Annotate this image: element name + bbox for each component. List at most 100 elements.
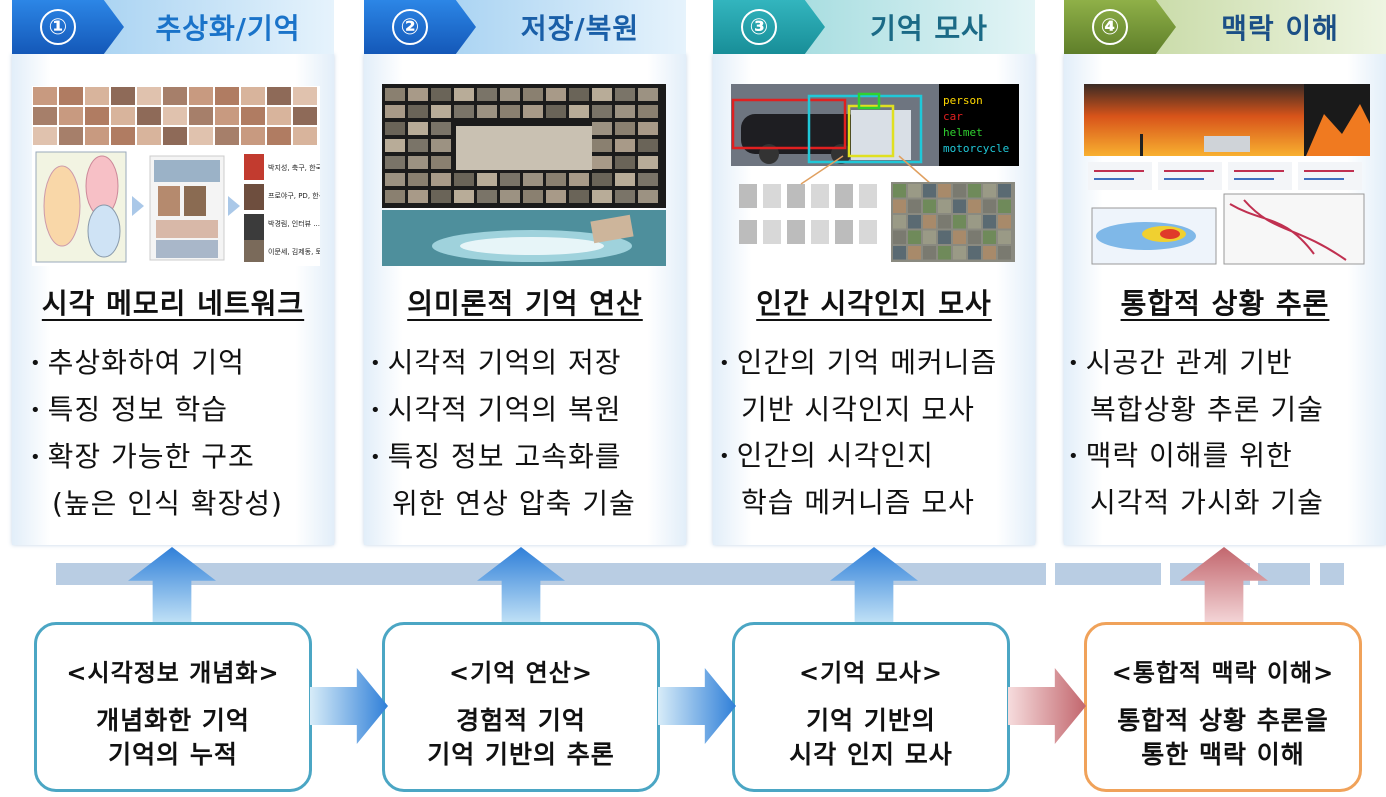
photo-grid-tile bbox=[983, 215, 996, 229]
stage-box-line: 통한 맥락 이해 bbox=[1141, 740, 1305, 769]
mosaic-tile bbox=[592, 156, 612, 169]
face-thumbnail bbox=[85, 107, 109, 125]
weather-chart bbox=[1228, 162, 1292, 190]
face-thumbnail bbox=[33, 107, 57, 125]
weather-chart-line bbox=[1234, 170, 1284, 172]
sketch-thumbnail bbox=[787, 184, 805, 208]
face-thumbnail bbox=[111, 107, 135, 125]
face-thumbnail bbox=[137, 87, 161, 105]
bullet-continuation: 시각적 가시화 기술 bbox=[1090, 486, 1324, 519]
mosaic-tile bbox=[592, 88, 612, 101]
column-1: ① 추상화/기억 박지성, 축구, 한국 ... 프로야구, PD, 한국 ..… bbox=[12, 0, 334, 545]
column-3: ③ 기억 모사 person car helmet motorcycle 인간 … bbox=[713, 0, 1035, 545]
face-thumbnail bbox=[59, 87, 83, 105]
weather-chart-line bbox=[1164, 178, 1204, 180]
mosaic-tile bbox=[546, 190, 566, 203]
label-person: person bbox=[943, 94, 983, 107]
thumb-label-1: 박지성, 축구, 한국 ... bbox=[268, 163, 320, 172]
face-thumbnail bbox=[163, 107, 187, 125]
mosaic-tile bbox=[408, 156, 428, 169]
mosaic-tile bbox=[408, 139, 428, 152]
face-thumbnail bbox=[293, 127, 317, 145]
face-thumbnail bbox=[33, 127, 57, 145]
face-thumbnail bbox=[215, 87, 239, 105]
bullet-item: • 특징 정보 학습 bbox=[30, 393, 228, 426]
photo-grid-tile bbox=[908, 199, 921, 213]
column-4-bullets: • 시공간 관계 기반 복합상황 추론 기술 • 맥락 이해를 위한 시각적 가시화… bbox=[1068, 340, 1376, 526]
stage-box-3: <기억 모사> 기억 기반의 시각 인지 모사 bbox=[732, 622, 1010, 792]
photo-grid-tile bbox=[968, 246, 981, 260]
weather-chart bbox=[1298, 162, 1362, 190]
photo-grid-tile bbox=[998, 199, 1011, 213]
mosaic-tile bbox=[615, 122, 635, 135]
weather-chart-line bbox=[1094, 178, 1134, 180]
mosaic-tile bbox=[592, 173, 612, 186]
mosaic-tile bbox=[500, 173, 520, 186]
face-thumbnail bbox=[111, 127, 135, 145]
mosaic-tile bbox=[408, 122, 428, 135]
mosaic-tile bbox=[431, 190, 451, 203]
mosaic-tile bbox=[569, 105, 589, 118]
mosaic-tile bbox=[546, 105, 566, 118]
mosaic-tile bbox=[431, 156, 451, 169]
photo-grid-tile bbox=[938, 184, 951, 198]
mosaic-center-image bbox=[456, 126, 592, 170]
mosaic-tile bbox=[408, 173, 428, 186]
mosaic-tile bbox=[638, 156, 658, 169]
photo-grid-tile bbox=[968, 184, 981, 198]
timeline-segment bbox=[1055, 563, 1161, 585]
sketch-thumbnail bbox=[835, 184, 853, 208]
right-arrow-1 bbox=[310, 668, 388, 744]
stage-box-title: <통합적 맥락 이해> bbox=[1111, 659, 1335, 687]
face-thumbnail bbox=[163, 87, 187, 105]
sketch-thumbnail bbox=[739, 184, 757, 208]
weather-chart bbox=[1158, 162, 1222, 190]
mosaic-tile bbox=[546, 88, 566, 101]
face-thumbnail bbox=[241, 87, 265, 105]
face-thumbnail bbox=[241, 127, 265, 145]
photo-grid-tile bbox=[908, 246, 921, 260]
column-4: ④ 맥락 이해 통합적 상황 추론 • 시공간 관계 기반 복합상황 추론 기술… bbox=[1064, 0, 1386, 545]
column-4-heading: 통합적 상황 추론 bbox=[1120, 287, 1330, 320]
mosaic-tile bbox=[592, 122, 612, 135]
column-2-bullets: • 시각적 기억의 저장 • 시각적 기억의 복원 • 특징 정보 고속화를 위한 연… bbox=[370, 340, 676, 527]
mosaic-tile bbox=[477, 88, 497, 101]
column-3-number: ③ bbox=[741, 9, 777, 45]
fire-and-charts-image bbox=[1084, 84, 1370, 265]
face-thumbnail bbox=[189, 87, 213, 105]
mosaic-tile bbox=[523, 173, 543, 186]
photo-grid-tile bbox=[983, 246, 996, 260]
stage-box-2: <기억 연산> 경험적 기억 기억 기반의 추론 bbox=[382, 622, 660, 792]
column-2-tab: ② 저장/복원 bbox=[364, 0, 686, 54]
photo-grid-tile bbox=[923, 184, 936, 198]
mosaic-tile bbox=[523, 190, 543, 203]
face-grid-image: 박지성, 축구, 한국 ... 프로야구, PD, 한국 ... 박경림, 인터… bbox=[33, 87, 320, 263]
face-thumbnail bbox=[85, 87, 109, 105]
mosaic-tile bbox=[408, 105, 428, 118]
sketch-thumbnail bbox=[811, 220, 829, 244]
bullet-continuation: 학습 메커니즘 모사 bbox=[741, 486, 975, 519]
bullet-item: • 시공간 관계 기반 bbox=[1068, 346, 1293, 379]
mosaic-tile bbox=[477, 105, 497, 118]
sketch-thumbnail bbox=[859, 220, 877, 244]
stage-box-title: <시각정보 개념화> bbox=[66, 659, 280, 687]
mosaic-tile bbox=[592, 190, 612, 203]
mosaic-tile bbox=[615, 156, 635, 169]
photo-grid-tile bbox=[953, 184, 966, 198]
face-thumbnail bbox=[163, 127, 187, 145]
mosaic-tile bbox=[385, 156, 405, 169]
photo-grid-tile bbox=[923, 230, 936, 244]
face-thumbnail bbox=[293, 107, 317, 125]
thumb-label-2: 프로야구, PD, 한국 ... bbox=[268, 191, 320, 200]
timeline-segment bbox=[1258, 563, 1310, 585]
photo-grid-tile bbox=[983, 230, 996, 244]
column-4-number: ④ bbox=[1092, 9, 1128, 45]
column-1-tab: ① 추상화/기억 bbox=[12, 0, 334, 54]
column-3-tab: ③ 기억 모사 bbox=[713, 0, 1035, 54]
column-2-heading: 의미론적 기억 연산 bbox=[407, 287, 643, 320]
right-arrow-3 bbox=[1008, 668, 1086, 744]
weather-chart-line bbox=[1094, 170, 1144, 172]
face-thumbnail bbox=[85, 127, 109, 145]
mosaic-tile bbox=[592, 139, 612, 152]
mosaic-tile bbox=[477, 190, 497, 203]
